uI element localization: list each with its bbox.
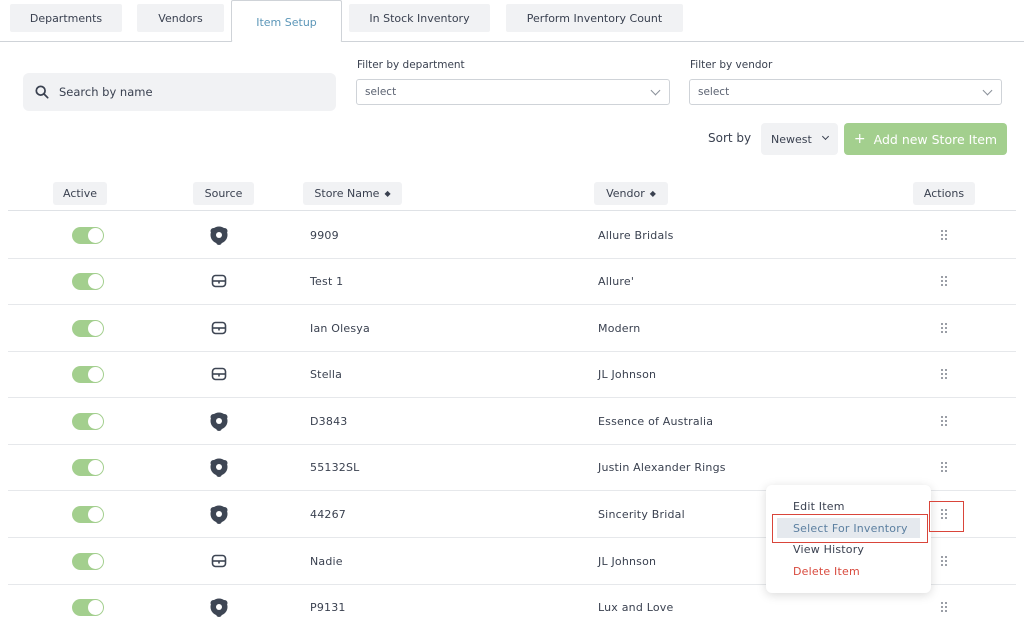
- store-name-cell: 9909: [310, 229, 339, 242]
- column-header-label: Vendor: [606, 187, 645, 200]
- menu-item-view-history[interactable]: View History: [793, 543, 864, 556]
- column-header-label: Source: [204, 187, 243, 200]
- table-row: Stella JL Johnson: [8, 351, 1016, 398]
- tab-bar: Departments Vendors Item Setup In Stock …: [0, 0, 1024, 42]
- tab-departments[interactable]: Departments: [10, 4, 122, 32]
- chevron-down-icon: [982, 85, 993, 96]
- store-name-cell: Test 1: [310, 275, 344, 288]
- vendor-cell: Modern: [598, 322, 641, 335]
- vendor-cell: JL Johnson: [598, 368, 657, 381]
- column-header-label: Actions: [923, 187, 965, 200]
- plus-icon: +: [853, 131, 866, 147]
- vendor-cell: Allure Bridals: [598, 229, 674, 242]
- store-icon: [209, 551, 229, 571]
- menu-item-edit[interactable]: Edit Item: [793, 500, 845, 513]
- row-actions-menu: Edit Item Select For Inventory View Hist…: [766, 485, 931, 593]
- active-toggle[interactable]: [72, 553, 104, 570]
- vendor-cell: Sincerity Bridal: [598, 508, 685, 521]
- department-filter-select[interactable]: select: [356, 79, 670, 105]
- menu-item-select-for-inventory[interactable]: Select For Inventory: [777, 518, 920, 538]
- table-row: 55132SL Justin Alexander Rings: [8, 444, 1016, 491]
- tab-vendors[interactable]: Vendors: [137, 4, 224, 32]
- store-name-cell: P9131: [310, 601, 346, 614]
- search-placeholder: Search by name: [59, 85, 153, 99]
- store-name-cell: 55132SL: [310, 461, 360, 474]
- sort-icon: ◆: [384, 189, 391, 198]
- sort-by-label: Sort by: [708, 131, 752, 145]
- search-icon: [35, 85, 49, 99]
- more-actions-icon[interactable]: [938, 321, 950, 335]
- chevron-down-icon: [821, 132, 830, 141]
- menu-item-delete[interactable]: Delete Item: [793, 565, 860, 578]
- column-header-actions: Actions: [913, 182, 975, 205]
- active-toggle[interactable]: [72, 320, 104, 337]
- active-toggle[interactable]: [72, 413, 104, 430]
- table-row: Test 1 Allure': [8, 258, 1016, 305]
- vendor-cell: Allure': [598, 275, 635, 288]
- column-header-source: Source: [193, 182, 254, 205]
- chevron-down-icon: [650, 85, 661, 96]
- more-actions-icon[interactable]: [938, 600, 950, 614]
- column-header-active: Active: [53, 182, 107, 205]
- vendor-cell: JL Johnson: [598, 555, 657, 568]
- add-store-item-label: Add new Store Item: [873, 131, 998, 147]
- more-actions-icon[interactable]: [938, 460, 950, 474]
- more-actions-icon[interactable]: [938, 228, 950, 242]
- table-row: D3843 Essence of Australia: [8, 398, 1016, 445]
- table-row: Ian Olesya Modern: [8, 305, 1016, 352]
- sort-value: Newest: [771, 132, 812, 146]
- more-actions-icon[interactable]: [938, 274, 950, 288]
- column-header-vendor[interactable]: Vendor ◆: [594, 182, 668, 205]
- store-icon: [209, 364, 229, 384]
- sort-icon: ◆: [649, 189, 656, 198]
- store-name-cell: Stella: [310, 368, 343, 381]
- tab-bar-divider: [0, 41, 1024, 42]
- vendor-filter-select[interactable]: select: [689, 79, 1002, 105]
- brand-logo-icon: [209, 225, 229, 245]
- vendor-cell: Essence of Australia: [598, 415, 714, 428]
- vendor-filter-label: Filter by vendor: [690, 59, 773, 71]
- more-actions-icon[interactable]: [938, 507, 950, 521]
- sort-select[interactable]: Newest: [761, 123, 838, 155]
- tab-in-stock-inventory[interactable]: In Stock Inventory: [349, 4, 490, 32]
- store-name-cell: Nadie: [310, 555, 343, 568]
- store-name-cell: 44267: [310, 508, 346, 521]
- active-toggle[interactable]: [72, 227, 104, 244]
- table-row: 9909 Allure Bridals: [8, 212, 1016, 259]
- store-icon: [209, 318, 229, 338]
- active-toggle[interactable]: [72, 599, 104, 616]
- more-actions-icon[interactable]: [938, 554, 950, 568]
- more-actions-icon[interactable]: [938, 367, 950, 381]
- add-store-item-button[interactable]: + Add new Store Item: [844, 123, 1007, 155]
- column-header-store-name[interactable]: Store Name ◆: [303, 182, 402, 205]
- brand-logo-icon: [209, 597, 229, 617]
- brand-logo-icon: [209, 504, 229, 524]
- active-toggle[interactable]: [72, 459, 104, 476]
- vendor-cell: Lux and Love: [598, 601, 674, 614]
- vendor-filter-value: select: [698, 86, 730, 98]
- department-filter-label: Filter by department: [357, 59, 465, 71]
- brand-logo-icon: [209, 411, 229, 431]
- store-name-cell: D3843: [310, 415, 348, 428]
- active-toggle[interactable]: [72, 366, 104, 383]
- store-icon: [209, 271, 229, 291]
- table-header-divider: [8, 210, 1016, 211]
- department-filter-value: select: [365, 86, 397, 98]
- active-toggle[interactable]: [72, 273, 104, 290]
- column-header-label: Active: [62, 187, 98, 200]
- active-toggle[interactable]: [72, 506, 104, 523]
- more-actions-icon[interactable]: [938, 414, 950, 428]
- tab-item-setup[interactable]: Item Setup: [231, 0, 342, 42]
- column-header-label: Store Name: [314, 187, 380, 200]
- brand-logo-icon: [209, 457, 229, 477]
- tab-perform-inventory-count[interactable]: Perform Inventory Count: [506, 4, 683, 32]
- store-name-cell: Ian Olesya: [310, 322, 370, 335]
- search-input[interactable]: Search by name: [23, 73, 336, 111]
- vendor-cell: Justin Alexander Rings: [598, 461, 726, 474]
